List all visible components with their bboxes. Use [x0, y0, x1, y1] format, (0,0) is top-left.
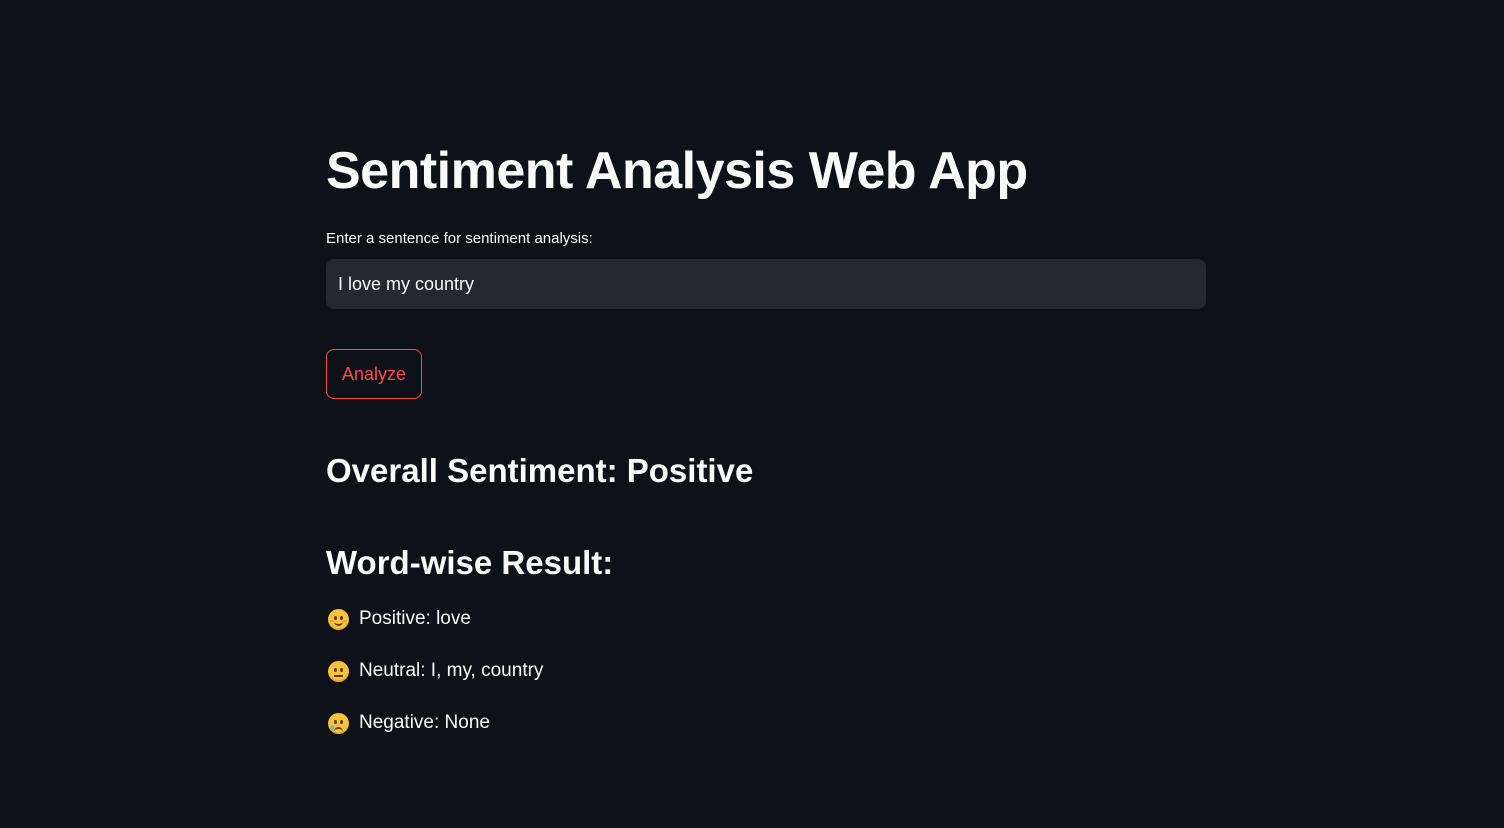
neutral-face-icon [328, 660, 349, 682]
sentence-input[interactable] [326, 259, 1206, 309]
positive-result-line: Positive: love [326, 606, 471, 632]
sentence-input-label: Enter a sentence for sentiment analysis: [326, 230, 593, 247]
positive-result-text: Positive: love [359, 608, 471, 629]
wordwise-result-heading: Word-wise Result: [326, 544, 614, 581]
negative-result-text: Negative: None [359, 712, 490, 733]
neutral-result-line: Neutral: I, my, country [326, 658, 543, 684]
page-title: Sentiment Analysis Web App [326, 142, 1028, 200]
sad-face-icon [328, 712, 349, 734]
negative-result-line: Negative: None [326, 710, 490, 736]
analyze-button[interactable]: Analyze [326, 349, 422, 399]
overall-sentiment-heading: Overall Sentiment: Positive [326, 452, 754, 489]
neutral-result-text: Neutral: I, my, country [359, 660, 544, 681]
smiling-face-icon [328, 608, 349, 630]
app-root: Sentiment Analysis Web App Enter a sente… [0, 0, 1504, 828]
